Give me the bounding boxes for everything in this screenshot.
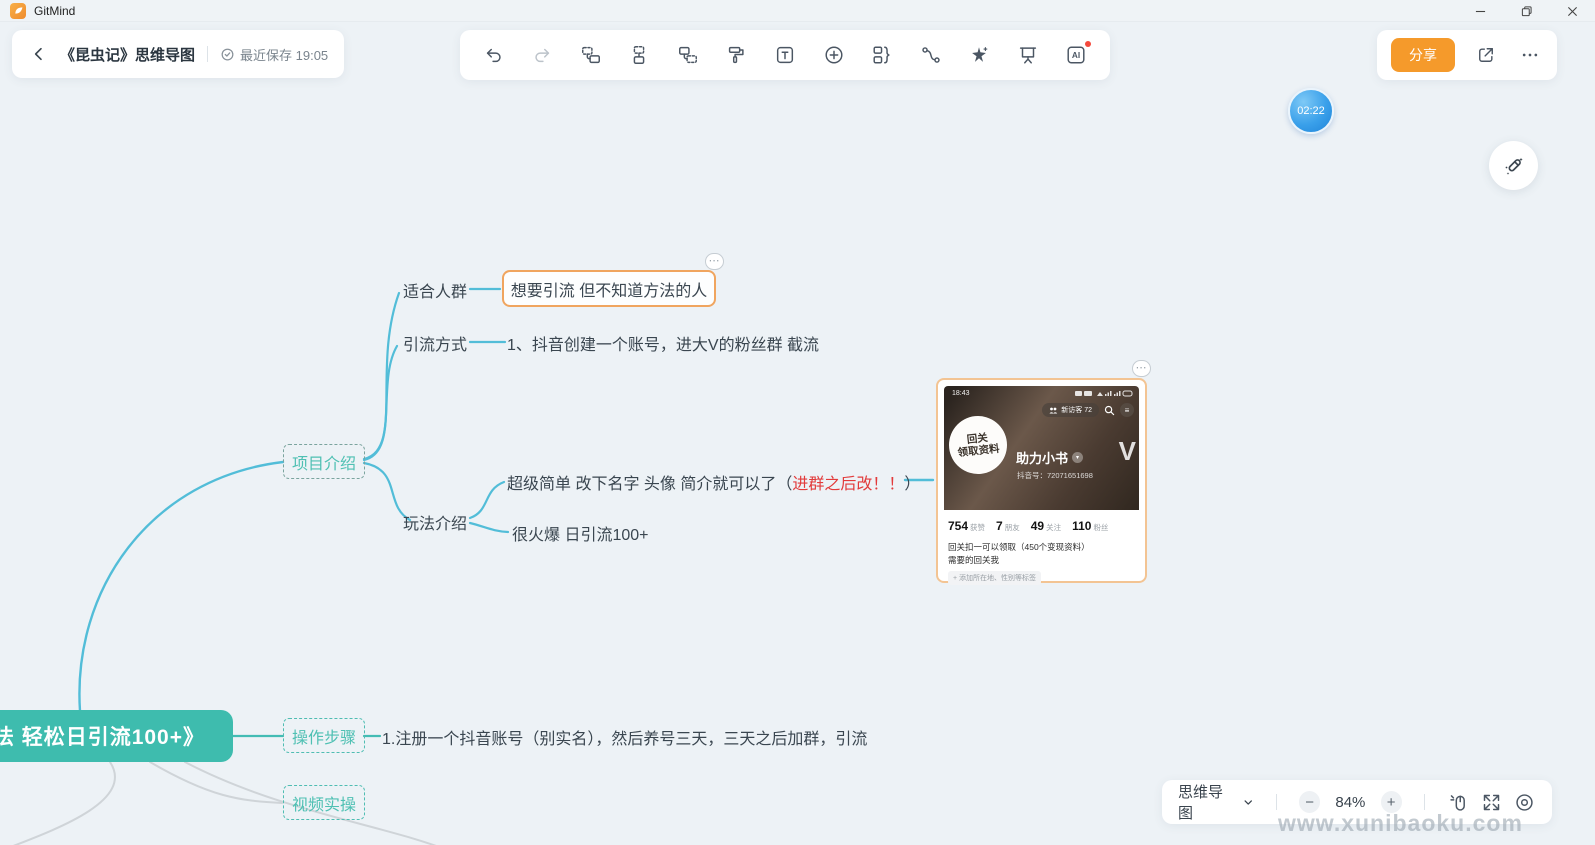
- statusbar-time: 18:43: [952, 390, 970, 397]
- people-icon: [1049, 407, 1058, 413]
- stat-label: 获赞: [970, 523, 986, 532]
- divider: [1276, 794, 1277, 810]
- profile-id: 抖音号：72071651698: [1017, 471, 1093, 480]
- stat-value: 754: [948, 519, 969, 533]
- format-painter-icon[interactable]: [721, 40, 751, 70]
- stat-value: 49: [1030, 519, 1045, 533]
- zoom-in-button[interactable]: +: [1380, 791, 1402, 813]
- node-traffic-child[interactable]: 1、抖音创建一个账号，进大V的粉丝群 截流: [507, 331, 819, 355]
- divider: [1423, 794, 1425, 810]
- stat-label: 关注: [1046, 523, 1062, 532]
- overview-eye-icon[interactable]: [1513, 790, 1536, 814]
- node-suitable-child-selected[interactable]: 想要引流 但不知道方法的人: [502, 270, 716, 307]
- stat-label: 粉丝: [1093, 523, 1109, 532]
- profile-name: 助力小书: [1016, 451, 1069, 466]
- magic-wand-icon[interactable]: [964, 40, 994, 70]
- layout-mode-label: 思维导图: [1178, 784, 1224, 822]
- stat-value: 110: [1072, 519, 1092, 533]
- window-titlebar: GitMind: [0, 0, 1595, 22]
- insert-topic-before-icon[interactable]: [576, 40, 606, 70]
- check-circle-icon: [221, 48, 234, 60]
- wand-icon: [1505, 157, 1523, 175]
- visitor-pill[interactable]: 新访客 72: [1042, 403, 1099, 417]
- mouse-mode-icon[interactable]: [1447, 790, 1470, 814]
- node-operation-steps[interactable]: 操作步骤: [283, 718, 365, 753]
- close-button[interactable]: [1549, 0, 1595, 22]
- connection-lines: [13, 287, 935, 845]
- stat-value: 7: [996, 519, 1003, 533]
- profile-bio-line1: 回关扣一可以领取（450个变现资料）: [948, 542, 1090, 552]
- minimize-button[interactable]: [1457, 0, 1503, 22]
- svg-text:AI: AI: [1072, 51, 1080, 60]
- node-gameplay-child2[interactable]: 很火爆 日引流100+: [512, 521, 649, 545]
- layout-mode-select[interactable]: 思维导图: [1178, 781, 1254, 823]
- relation-line-icon[interactable]: [916, 40, 946, 70]
- node-gameplay-child1[interactable]: 超级简单 改下名字 头像 简介就可以了（进群之后改！！）: [507, 470, 920, 494]
- visitor-count: 新访客 72: [1061, 407, 1092, 414]
- profile-info: 754 获赞 7 朋友 49 关注 110 粉丝 回关扣一可以领取（450个变现资料） …: [944, 510, 1139, 585]
- image-node-douyin-profile[interactable]: 18:43 新访客 72 ≡ 回关 领取资料 助力小书 ▾ 抖音号：720716…: [936, 378, 1147, 585]
- notification-dot: [1085, 41, 1092, 47]
- node-steps-child[interactable]: 1.注册一个抖音账号（别实名），然后养号三天，三天之后加群，引流: [382, 725, 867, 749]
- insert-node-icon[interactable]: [819, 40, 849, 70]
- back-button[interactable]: [28, 43, 50, 65]
- timer-value: 02:22: [1297, 105, 1325, 117]
- timer-widget[interactable]: 02:22: [1288, 88, 1334, 134]
- avatar-text-2: 领取资料: [957, 442, 1001, 460]
- node-project-intro[interactable]: 项目介绍: [283, 444, 365, 479]
- share-panel: 分享: [1377, 30, 1557, 80]
- root-node[interactable]: 玩法 轻松日引流100+》: [0, 710, 233, 762]
- save-status-text: 最近保存 19:05: [240, 47, 329, 63]
- app-title: GitMind: [34, 3, 76, 18]
- profile-avatar: 回关 领取资料: [946, 413, 1010, 477]
- zoom-level: 84%: [1335, 793, 1366, 811]
- profile-bio-line2: 需要的回关我: [948, 555, 1000, 565]
- fullscreen-icon[interactable]: [1480, 790, 1503, 814]
- node-traffic-method[interactable]: 引流方式: [403, 331, 467, 355]
- divider: [207, 46, 209, 62]
- gameplay-text-suffix: ）: [904, 476, 921, 493]
- profile-stats: 754 获赞 7 朋友 49 关注 110 粉丝: [948, 517, 1135, 535]
- redo-icon[interactable]: [527, 40, 557, 70]
- comment-bubble-icon[interactable]: ⋯: [705, 253, 724, 270]
- ai-assistant-icon[interactable]: AI: [1061, 40, 1092, 70]
- presentation-icon[interactable]: [1013, 40, 1043, 70]
- insert-text-icon[interactable]: [770, 40, 800, 70]
- gameplay-text: 超级简单 改下名字 头像 简介就可以了（: [507, 476, 793, 493]
- document-header: 《昆虫记》思维导图 最近保存 19:05: [12, 30, 345, 78]
- v-logo: V: [1118, 436, 1136, 466]
- node-video-practice[interactable]: 视频实操: [283, 785, 365, 820]
- share-button[interactable]: 分享: [1391, 38, 1455, 72]
- chevron-down-icon: ▾: [1072, 452, 1084, 463]
- view-controls-bar: 思维导图 − 84% +: [1162, 780, 1552, 824]
- comment-bubble-icon[interactable]: ⋯: [1132, 360, 1151, 377]
- statusbar-icons: [1075, 390, 1133, 397]
- maximize-button[interactable]: [1503, 0, 1549, 22]
- main-toolbar: AI: [460, 30, 1110, 80]
- zoom-out-button[interactable]: −: [1299, 791, 1321, 813]
- more-menu-icon[interactable]: [1517, 42, 1543, 68]
- export-icon[interactable]: [1473, 42, 1499, 68]
- chevron-down-icon: [1244, 799, 1252, 805]
- profile-add-tag[interactable]: + 添加所在地、性别等标签: [948, 571, 1042, 585]
- node-gameplay-intro[interactable]: 玩法介绍: [403, 510, 467, 534]
- undo-icon[interactable]: [479, 40, 509, 70]
- node-suitable-people[interactable]: 适合人群: [403, 278, 467, 302]
- gameplay-text-red: 进群之后改！！: [792, 476, 905, 493]
- stat-label: 朋友: [1004, 523, 1020, 532]
- save-status: 最近保存 19:05: [220, 45, 328, 64]
- summary-icon[interactable]: [867, 40, 897, 70]
- document-title: 《昆虫记》思维导图: [60, 46, 196, 64]
- gitmind-logo: [10, 2, 26, 19]
- insert-topic-after-icon[interactable]: [673, 40, 703, 70]
- search-icon[interactable]: [1104, 405, 1115, 416]
- hamburger-menu-icon[interactable]: ≡: [1120, 403, 1134, 417]
- profile-photo: 18:43 新访客 72 ≡ 回关 领取资料 助力小书 ▾ 抖音号：720716…: [944, 386, 1139, 510]
- insert-child-topic-icon[interactable]: [624, 40, 654, 70]
- ai-beautify-button[interactable]: [1489, 141, 1538, 190]
